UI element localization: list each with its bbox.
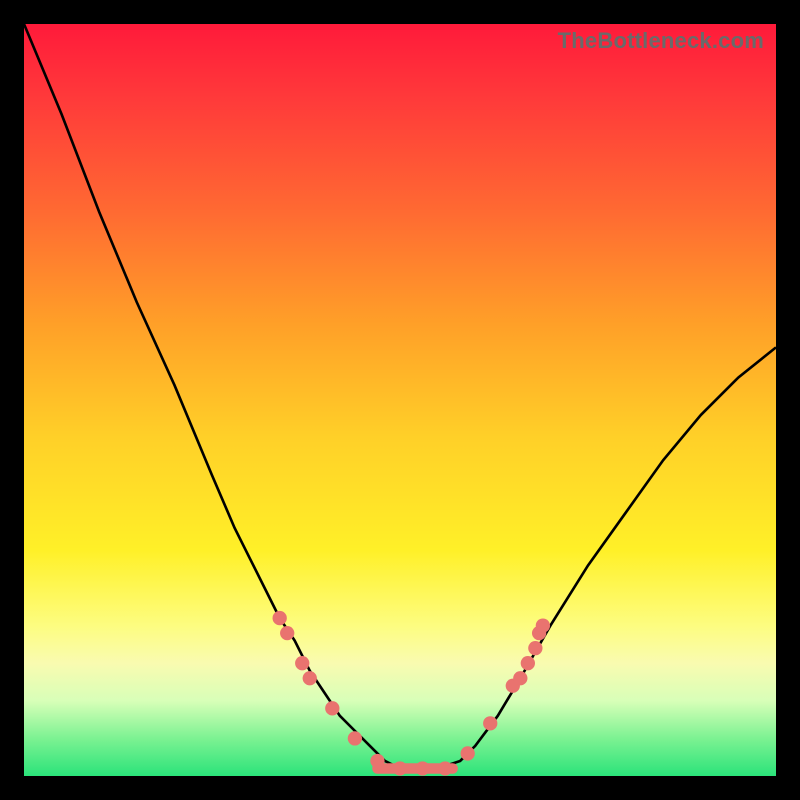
data-marker [528, 641, 542, 655]
data-marker [348, 731, 362, 745]
data-marker [393, 761, 407, 775]
chart-stage: TheBottleneck.com [0, 0, 800, 800]
data-marker [438, 761, 452, 775]
data-marker [295, 656, 309, 670]
data-marker [415, 761, 429, 775]
data-marker [280, 626, 294, 640]
chart-svg [24, 24, 776, 776]
data-marker [521, 656, 535, 670]
marker-group [273, 611, 550, 776]
data-marker [303, 671, 317, 685]
plot-area: TheBottleneck.com [24, 24, 776, 776]
data-marker [325, 701, 339, 715]
data-marker [461, 746, 475, 760]
data-marker [370, 754, 384, 768]
data-marker [513, 671, 527, 685]
data-marker [273, 611, 287, 625]
watermark-label: TheBottleneck.com [558, 28, 764, 54]
performance-curve [24, 24, 776, 768]
data-marker [483, 716, 497, 730]
data-marker [536, 618, 550, 632]
